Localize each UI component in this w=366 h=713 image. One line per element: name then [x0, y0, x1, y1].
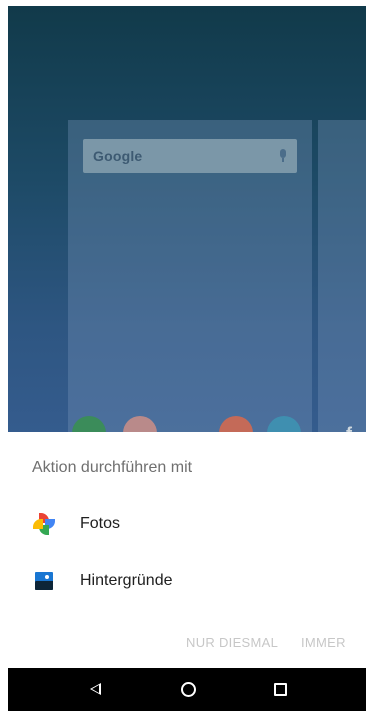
- just-once-button[interactable]: NUR DIESMAL: [186, 635, 278, 650]
- google-logo: Google: [93, 148, 143, 164]
- wallpapers-icon: [33, 570, 55, 592]
- always-button[interactable]: IMMER: [301, 635, 346, 650]
- google-search-widget: Google: [83, 139, 297, 173]
- chooser-title: Aktion durchführen mit: [32, 459, 193, 476]
- microphone-icon: [279, 149, 287, 163]
- option-hintergruende[interactable]: Hintergründe: [8, 558, 366, 604]
- chooser-sheet: Aktion durchführen mit Fotos Hintergründ…: [8, 432, 366, 668]
- home-circle-icon[interactable]: [181, 682, 196, 697]
- option-label: Fotos: [80, 515, 121, 532]
- back-triangle-icon[interactable]: [90, 683, 101, 695]
- device-screen: Google f Aktion durchführen mit Fotos Hi…: [8, 6, 366, 711]
- option-label: Hintergründe: [80, 572, 173, 589]
- photos-pinwheel-icon: [33, 513, 55, 535]
- navigation-bar: [8, 668, 366, 711]
- next-page-preview: [318, 120, 366, 450]
- recents-square-icon[interactable]: [274, 683, 287, 696]
- option-fotos[interactable]: Fotos: [8, 501, 366, 547]
